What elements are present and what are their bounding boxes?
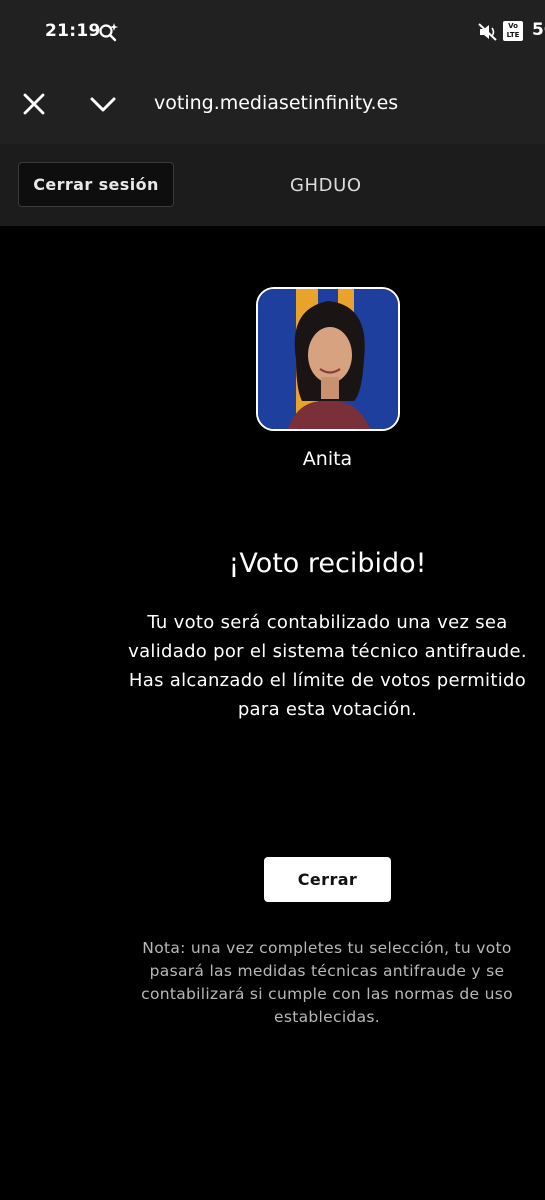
show-label: GHDUO (290, 175, 362, 196)
confirmation-title: ¡Voto recibido! (228, 548, 427, 579)
address-bar-url[interactable]: voting.mediasetinfinity.es (154, 92, 398, 114)
volte-icon: Vo LTE (503, 21, 523, 41)
close-icon[interactable] (22, 92, 46, 116)
fraud-note: Nota: una vez completes tu selección, tu… (141, 939, 513, 1026)
chevron-down-icon[interactable] (89, 96, 117, 114)
logout-button[interactable]: Cerrar sesión (18, 162, 174, 207)
status-time: 21:19 (45, 21, 101, 41)
close-button[interactable]: Cerrar (264, 857, 391, 902)
signal-text: 5G (532, 20, 545, 40)
candidate-avatar (256, 287, 400, 431)
mute-icon (478, 23, 497, 41)
confirmation-message: Tu voto será contabilizado una vez sea v… (128, 612, 527, 720)
candidate-name: Anita (302, 448, 353, 470)
search-sparkle-icon (99, 23, 118, 42)
